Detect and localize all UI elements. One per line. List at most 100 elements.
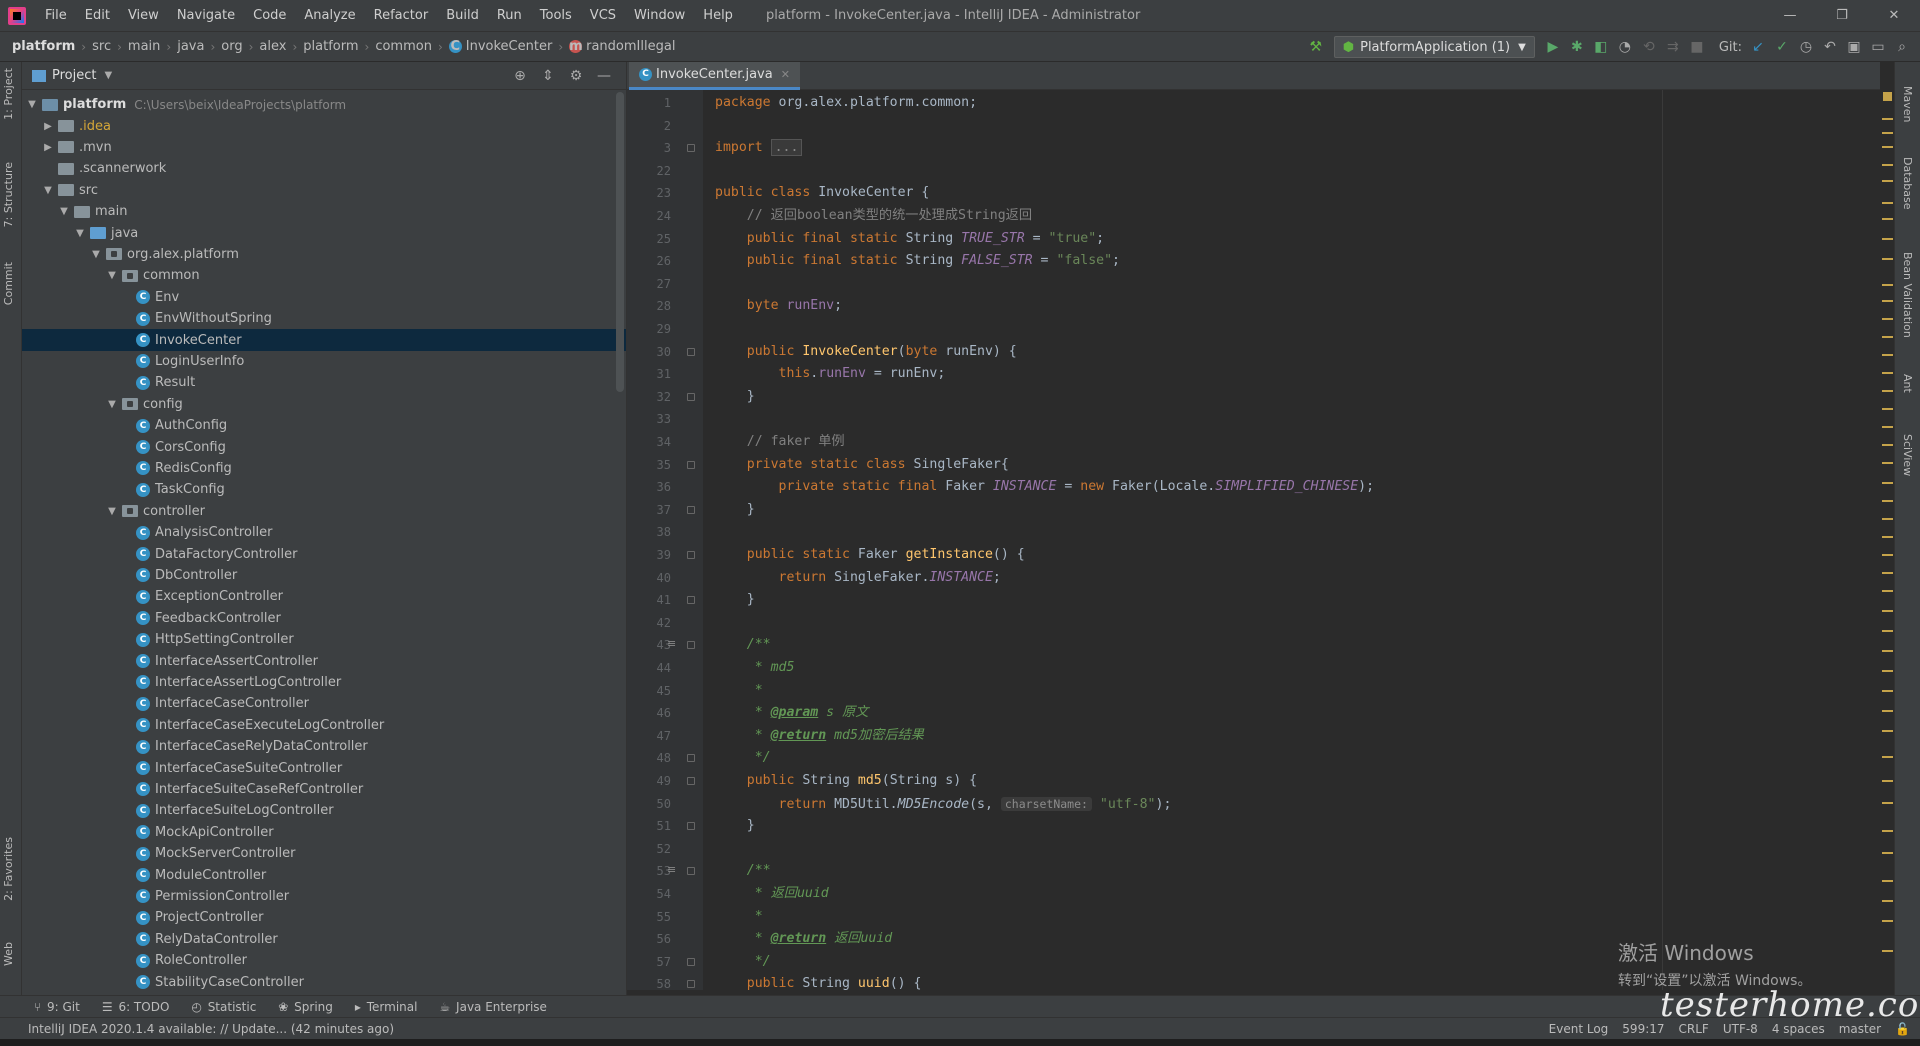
fold-marker-icon[interactable]	[687, 867, 695, 876]
tree-item[interactable]: C StabilityCaseController	[22, 971, 626, 992]
tree-item[interactable]: C HttpSettingController	[22, 629, 626, 650]
error-stripe[interactable]	[1880, 90, 1894, 990]
warning-marker[interactable]	[1882, 354, 1893, 356]
warning-marker[interactable]	[1882, 390, 1893, 392]
warning-marker[interactable]	[1882, 554, 1893, 556]
warning-marker[interactable]	[1882, 650, 1893, 652]
fold-marker-icon[interactable]	[687, 754, 695, 763]
warning-marker[interactable]	[1882, 500, 1893, 502]
locate-file-icon[interactable]: ⊕	[506, 68, 534, 84]
editor-tab-invokecenter[interactable]: C InvokeCenter.java ✕	[629, 62, 800, 90]
project-structure-icon[interactable]: ▣	[1842, 39, 1866, 55]
git-rollback-icon[interactable]: ↶	[1818, 39, 1842, 55]
stop-icon[interactable]: ■	[1685, 39, 1709, 55]
tree-item[interactable]: ▼ common	[22, 265, 626, 286]
tree-item[interactable]: C LoginUserInfo	[22, 351, 626, 372]
warning-marker[interactable]	[1882, 756, 1893, 758]
warning-marker[interactable]	[1882, 318, 1893, 320]
warning-marker[interactable]	[1882, 802, 1893, 804]
warning-marker[interactable]	[1882, 408, 1893, 410]
tree-item[interactable]: C ProjectController	[22, 907, 626, 928]
warning-marker[interactable]	[1882, 880, 1893, 882]
tool-window-button[interactable]: ▸ Terminal	[355, 1000, 418, 1014]
tree-item[interactable]: C InterfaceCaseController	[22, 693, 626, 714]
menu-item-help[interactable]: Help	[694, 0, 742, 32]
tree-item[interactable]: C AuthConfig	[22, 415, 626, 436]
tool-window-button[interactable]: ❀ Spring	[278, 1000, 333, 1014]
warning-marker[interactable]	[1882, 284, 1893, 286]
maven-tool-button[interactable]: Maven	[1901, 86, 1914, 122]
warning-marker[interactable]	[1882, 610, 1893, 612]
project-tool-button[interactable]: 1: Project	[2, 68, 15, 120]
warning-marker[interactable]	[1882, 444, 1893, 446]
minimize-button[interactable]: —	[1764, 0, 1816, 32]
project-view-select[interactable]: Project	[52, 68, 96, 83]
menu-item-run[interactable]: Run	[488, 0, 531, 32]
warning-indicator-icon[interactable]	[1883, 92, 1892, 101]
fold-marker-icon[interactable]	[687, 641, 695, 650]
tool-window-button[interactable]: ⑂ 9: Git	[34, 1000, 80, 1014]
menu-item-vcs[interactable]: VCS	[581, 0, 625, 32]
status-message[interactable]: IntelliJ IDEA 2020.1.4 available: // Upd…	[28, 1022, 394, 1036]
chevron-down-icon[interactable]: ▼	[106, 270, 118, 281]
chevron-down-icon[interactable]: ▼	[106, 399, 118, 410]
fold-marker-icon[interactable]	[687, 957, 695, 966]
chevron-right-icon[interactable]: ▶	[42, 142, 54, 153]
warning-marker[interactable]	[1882, 900, 1893, 902]
caret-position[interactable]: 599:17	[1622, 1022, 1664, 1036]
tree-item[interactable]: C EnvWithoutSpring	[22, 308, 626, 329]
tree-item[interactable]: C ExceptionController	[22, 586, 626, 607]
tool-window-button[interactable]: ☕ Java Enterprise	[439, 1000, 546, 1014]
warning-marker[interactable]	[1882, 146, 1893, 148]
warning-marker[interactable]	[1882, 852, 1893, 854]
warning-marker[interactable]	[1882, 118, 1893, 120]
warning-marker[interactable]	[1882, 590, 1893, 592]
tree-item[interactable]: ▼ controller	[22, 501, 626, 522]
tree-item[interactable]: C InterfaceSuiteLogController	[22, 800, 626, 821]
tree-item[interactable]: C AnalysisController	[22, 522, 626, 543]
structure-tool-button[interactable]: 7: Structure	[2, 162, 15, 227]
step-icon[interactable]: ⇉	[1661, 39, 1685, 55]
menu-item-file[interactable]: File	[36, 0, 76, 32]
search-icon[interactable]: ⌕	[1890, 39, 1914, 55]
menu-item-navigate[interactable]: Navigate	[168, 0, 244, 32]
tree-item[interactable]: C InvokeCenter	[22, 329, 626, 351]
web-tool-button[interactable]: Web	[2, 942, 15, 966]
code-editor[interactable]: package org.alex.platform.common; import …	[703, 90, 1880, 990]
warning-marker[interactable]	[1882, 336, 1893, 338]
warning-marker[interactable]	[1882, 920, 1893, 922]
warning-marker[interactable]	[1882, 258, 1893, 260]
render-doc-icon[interactable]: ≡	[667, 637, 676, 650]
tree-item[interactable]: C DataFactoryController	[22, 543, 626, 564]
folded-imports[interactable]: ...	[770, 139, 803, 157]
chevron-down-icon[interactable]: ▼	[104, 70, 112, 81]
breadcrumb-item[interactable]: alex	[259, 39, 286, 54]
build-hammer-icon[interactable]: ⚒	[1304, 39, 1328, 55]
event-log-button[interactable]: Event Log	[1549, 1022, 1609, 1036]
ant-tool-button[interactable]: Ant	[1901, 374, 1914, 393]
menu-item-window[interactable]: Window	[625, 0, 694, 32]
warning-marker[interactable]	[1882, 690, 1893, 692]
warning-marker[interactable]	[1882, 132, 1893, 134]
tree-item[interactable]: ▶ .idea	[22, 115, 626, 136]
run-configuration-select[interactable]: ⬢ PlatformApplication (1) ▼	[1333, 36, 1535, 58]
warning-marker[interactable]	[1882, 950, 1893, 952]
tree-item[interactable]: C InterfaceCaseRelyDataController	[22, 736, 626, 757]
warning-marker[interactable]	[1882, 830, 1893, 832]
profile-icon[interactable]: ◔	[1613, 39, 1637, 55]
breadcrumb-item[interactable]: main	[128, 39, 160, 54]
favorites-tool-button[interactable]: 2: Favorites	[2, 837, 15, 901]
fold-marker-icon[interactable]	[687, 551, 695, 559]
git-history-icon[interactable]: ◷	[1794, 39, 1818, 55]
tree-item[interactable]: C Result	[22, 372, 626, 393]
tree-item[interactable]: C PermissionController	[22, 886, 626, 907]
tree-item[interactable]: C TaskConfig	[22, 479, 626, 500]
tree-item[interactable]: .scannerwork	[22, 158, 626, 179]
hide-panel-icon[interactable]: —	[590, 68, 618, 84]
warning-marker[interactable]	[1882, 238, 1893, 240]
close-button[interactable]: ✕	[1868, 0, 1920, 32]
tree-item[interactable]: C RedisConfig	[22, 458, 626, 479]
fold-marker-icon[interactable]	[687, 347, 695, 356]
warning-marker[interactable]	[1882, 536, 1893, 538]
breadcrumb-item[interactable]: java	[177, 39, 204, 54]
